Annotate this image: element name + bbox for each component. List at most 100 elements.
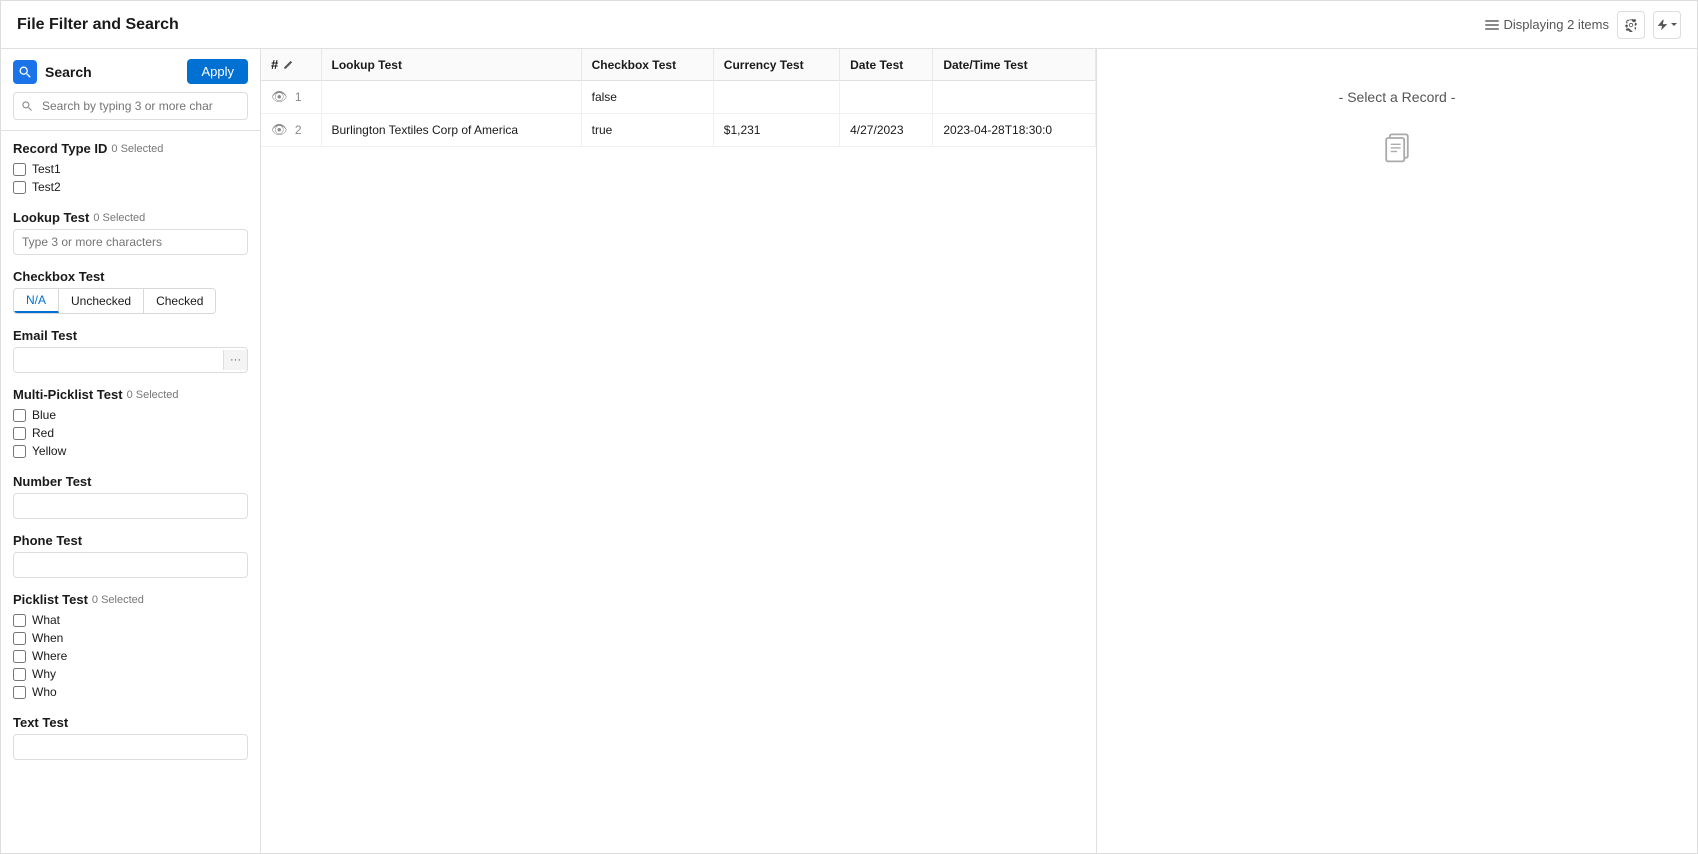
row1-num: 👁 1 (261, 81, 321, 114)
col-datetime: Date/Time Test (933, 49, 1096, 81)
search-indicator (13, 60, 37, 84)
multi-picklist-blue: Blue (13, 406, 248, 424)
main-area: Search Apply Record Type ID (1, 49, 1697, 853)
number-test-label: Number Test (13, 474, 248, 489)
chevron-down-icon (1669, 20, 1679, 30)
toggle-unchecked[interactable]: Unchecked (59, 289, 144, 313)
toggle-checked[interactable]: Checked (144, 289, 215, 313)
lightning-button[interactable] (1653, 11, 1681, 39)
multi-picklist-blue-checkbox[interactable] (13, 409, 26, 422)
checkbox-test-group: Checkbox Test N/A Unchecked Checked (13, 269, 248, 314)
picklist-when: When (13, 629, 248, 647)
col-lookup: Lookup Test (321, 49, 581, 81)
lightning-icon (1655, 18, 1669, 32)
picklist-sublabel: 0 Selected (92, 594, 144, 606)
multi-picklist-yellow-checkbox[interactable] (13, 445, 26, 458)
header-right: Displaying 2 items (1484, 11, 1682, 39)
search-row: Search Apply (13, 59, 248, 84)
row1-lookup (321, 81, 581, 114)
col-currency: Currency Test (713, 49, 839, 81)
picklist-where-checkbox[interactable] (13, 650, 26, 663)
row1-datetime (933, 81, 1096, 114)
record-type-test2-checkbox[interactable] (13, 181, 26, 194)
picklist-what: What (13, 611, 248, 629)
row1-eye-icon[interactable]: 👁 (271, 89, 288, 104)
multi-picklist-yellow: Yellow (13, 442, 248, 460)
stack-icon (1484, 17, 1500, 33)
picklist-where: Where (13, 647, 248, 665)
col-num: # (261, 49, 321, 81)
email-input-wrap: ··· (13, 347, 248, 373)
email-lookup-button[interactable]: ··· (223, 350, 247, 370)
table-row: 👁 1 false (261, 81, 1096, 114)
multi-picklist-red-checkbox[interactable] (13, 427, 26, 440)
picklist-who-checkbox[interactable] (13, 686, 26, 699)
text-test-group: Text Test (13, 715, 248, 760)
row1-checkbox: false (581, 81, 713, 114)
phone-test-group: Phone Test (13, 533, 248, 578)
email-test-input[interactable] (14, 348, 223, 372)
number-test-group: Number Test (13, 474, 248, 519)
record-type-test2-label: Test2 (32, 180, 61, 194)
lookup-test-input[interactable] (13, 229, 248, 255)
picklist-test-label: Picklist Test 0 Selected (13, 592, 248, 607)
row2-eye-icon[interactable]: 👁 (271, 122, 288, 137)
multi-picklist-test-label: Multi-Picklist Test 0 Selected (13, 387, 248, 402)
picklist-who: Who (13, 683, 248, 701)
col-checkbox: Checkbox Test (581, 49, 713, 81)
search-icon (18, 65, 32, 79)
edit-icon (282, 59, 294, 71)
email-test-label: Email Test (13, 328, 248, 343)
lookup-test-label: Lookup Test 0 Selected (13, 210, 248, 225)
picklist-why-checkbox[interactable] (13, 668, 26, 681)
row1-date (840, 81, 933, 114)
table-row: 👁 2 Burlington Textiles Corp of America … (261, 114, 1096, 147)
search-input-wrap (13, 92, 248, 120)
apply-button[interactable]: Apply (187, 59, 248, 84)
text-test-label: Text Test (13, 715, 248, 730)
settings-button[interactable] (1617, 11, 1645, 39)
copy-icon (1379, 129, 1415, 168)
record-type-test1-label: Test1 (32, 162, 61, 176)
left-panel: Search Apply Record Type ID (1, 49, 261, 853)
global-search-input[interactable] (13, 92, 248, 120)
record-type-test1-item: Test1 (13, 160, 248, 178)
picklist-what-checkbox[interactable] (13, 614, 26, 627)
toggle-na[interactable]: N/A (14, 289, 59, 313)
row2-num: 👁 2 (261, 114, 321, 147)
app-container: File Filter and Search Displaying 2 item… (0, 0, 1698, 854)
center-panel: # Lookup Test Checkbox Test Currency Tes… (261, 49, 1097, 853)
checkbox-test-label: Checkbox Test (13, 269, 248, 284)
picklist-when-checkbox[interactable] (13, 632, 26, 645)
search-label: Search (45, 64, 179, 80)
checkbox-test-toggle-group: N/A Unchecked Checked (13, 288, 216, 314)
right-panel: - Select a Record - (1097, 49, 1697, 853)
number-test-input[interactable] (13, 493, 248, 519)
row2-lookup: Burlington Textiles Corp of America (321, 114, 581, 147)
multi-picklist-test-group: Multi-Picklist Test 0 Selected Blue Red … (13, 387, 248, 460)
filter-section: Record Type ID 0 Selected Test1 Test2 (1, 131, 260, 784)
lookup-test-sublabel: 0 Selected (93, 212, 145, 224)
row2-checkbox: true (581, 114, 713, 147)
search-section: Search Apply (1, 49, 260, 131)
table-header-row: # Lookup Test Checkbox Test Currency Tes… (261, 49, 1096, 81)
row2-datetime: 2023-04-28T18:30:0 (933, 114, 1096, 147)
picklist-why: Why (13, 665, 248, 683)
page-title: File Filter and Search (17, 16, 179, 34)
record-type-id-group: Record Type ID 0 Selected Test1 Test2 (13, 141, 248, 196)
phone-test-input[interactable] (13, 552, 248, 578)
multi-picklist-red: Red (13, 424, 248, 442)
record-type-test1-checkbox[interactable] (13, 163, 26, 176)
row2-currency: $1,231 (713, 114, 839, 147)
row1-currency (713, 81, 839, 114)
data-table: # Lookup Test Checkbox Test Currency Tes… (261, 49, 1096, 147)
picklist-test-group: Picklist Test 0 Selected What When Where (13, 592, 248, 701)
text-test-input[interactable] (13, 734, 248, 760)
record-type-test2-item: Test2 (13, 178, 248, 196)
lookup-test-group: Lookup Test 0 Selected (13, 210, 248, 255)
record-type-id-label: Record Type ID 0 Selected (13, 141, 248, 156)
multi-picklist-sublabel: 0 Selected (127, 389, 179, 401)
displaying-count: Displaying 2 items (1484, 17, 1610, 33)
phone-test-label: Phone Test (13, 533, 248, 548)
select-record-text: - Select a Record - (1339, 89, 1456, 105)
